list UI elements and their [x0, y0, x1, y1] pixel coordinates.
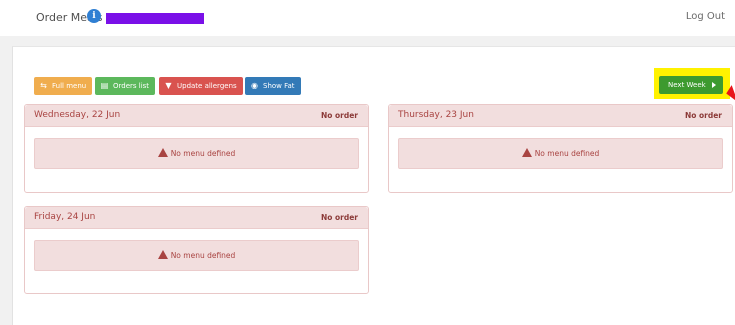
alert-message: No menu defined	[170, 149, 236, 158]
order-status: No order	[320, 111, 358, 120]
orders-list-label: Orders list	[113, 82, 150, 90]
order-status: No order	[684, 111, 722, 120]
no-menu-alert: No menu defined	[34, 138, 359, 169]
day-date: Friday, 24 Jun	[34, 212, 96, 222]
swap-icon: ⇆	[40, 81, 47, 90]
caret-right-icon	[712, 82, 716, 88]
next-week-label: Next Week	[668, 81, 706, 89]
day-card-thursday: Thursday, 23 Jun No order No menu define…	[388, 104, 733, 193]
list-icon: ▤	[100, 81, 109, 90]
warning-icon	[157, 148, 168, 157]
redacted-block	[106, 13, 204, 24]
day-card-header: Wednesday, 22 Jun No order	[25, 105, 368, 127]
day-date: Wednesday, 22 Jun	[34, 110, 121, 120]
full-menu-label: Full menu	[52, 82, 87, 90]
alert-message: No menu defined	[534, 149, 600, 158]
day-card-wednesday: Wednesday, 22 Jun No order No menu defin…	[24, 104, 369, 193]
day-date: Thursday, 23 Jun	[398, 110, 474, 120]
eye-icon: ◉	[251, 81, 258, 90]
order-status: No order	[320, 213, 358, 222]
update-allergens-label: Update allergens	[177, 82, 237, 90]
top-bar: Order Meals i Log Out	[0, 0, 735, 36]
next-week-button[interactable]: Next Week	[659, 76, 723, 94]
alert-message: No menu defined	[170, 251, 236, 260]
day-card-friday: Friday, 24 Jun No order No menu defined	[24, 206, 369, 294]
no-menu-alert: No menu defined	[398, 138, 723, 169]
page: Order Meals i Log Out ⇆ Full menu ▤ Orde…	[0, 0, 735, 325]
logout-link[interactable]: Log Out	[686, 11, 725, 22]
orders-list-button[interactable]: ▤ Orders list	[95, 77, 156, 95]
day-card-header: Friday, 24 Jun No order	[25, 207, 368, 229]
warning-icon	[157, 250, 168, 259]
warning-icon	[521, 148, 532, 157]
day-card-header: Thursday, 23 Jun No order	[389, 105, 732, 127]
filter-icon: ▼	[165, 81, 172, 90]
show-fat-label: Show Fat	[263, 82, 295, 90]
update-allergens-button[interactable]: ▼ Update allergens	[159, 77, 243, 95]
full-menu-button[interactable]: ⇆ Full menu	[34, 77, 93, 95]
no-menu-alert: No menu defined	[34, 240, 359, 271]
info-icon[interactable]: i	[87, 9, 101, 23]
show-fat-button[interactable]: ◉ Show Fat	[245, 77, 301, 95]
